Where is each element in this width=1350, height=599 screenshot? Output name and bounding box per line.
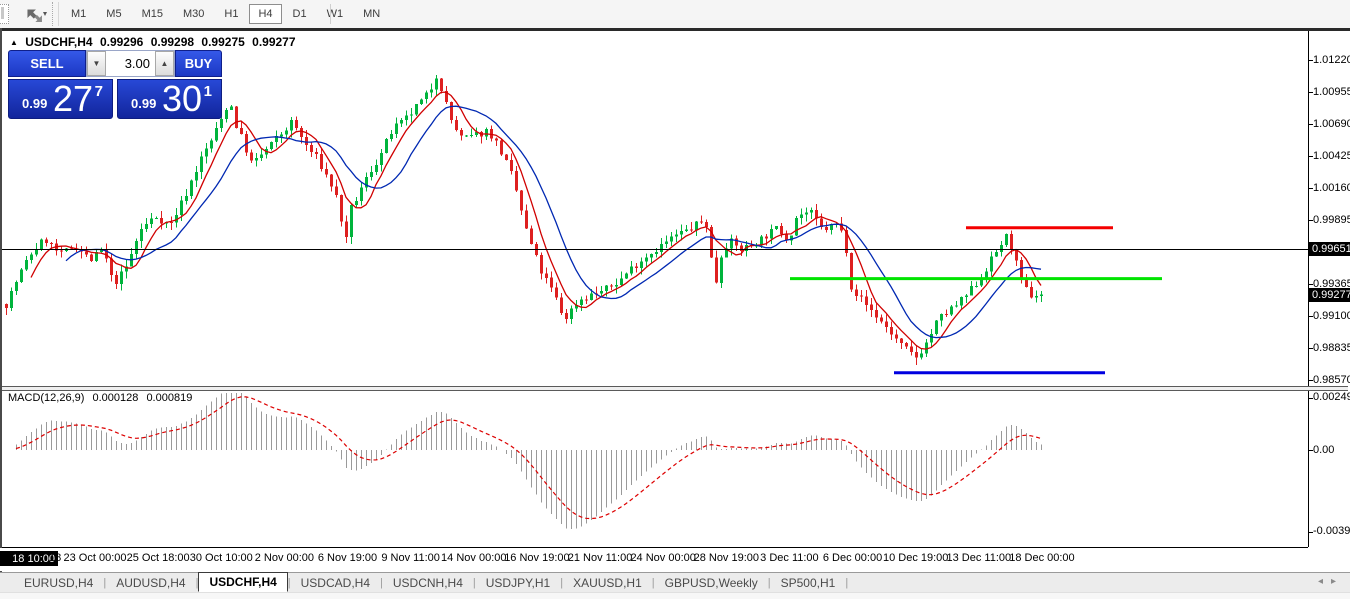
tab-usdjpy-h1[interactable]: USDJPY,H1 [476, 574, 560, 592]
price-axis-label: 1.00690 [1313, 118, 1350, 130]
macd-histogram [17, 393, 1042, 529]
buy-price-big: 30 [162, 78, 202, 120]
volume-input[interactable]: 3.00 [106, 51, 155, 76]
time-axis-label: 25 Oct 18:00 [127, 552, 190, 564]
macd-value-main: 0.000128 [92, 392, 138, 404]
volume-stepper: ▼ 3.00 ▲ [86, 50, 175, 77]
tab-scroll-arrows[interactable]: ◂▸ [1318, 576, 1344, 587]
macd-axis-label: 0.00 [1313, 444, 1334, 456]
tab-scroll-right-icon[interactable]: ▸ [1331, 576, 1344, 587]
time-axis-label: 6 Nov 19:00 [318, 552, 377, 564]
line-price-badge: 0.99651 [1309, 242, 1350, 256]
price-axis-label: 0.99100 [1313, 310, 1350, 322]
buy-price-prefix: 0.99 [131, 96, 156, 111]
price-axis-label: 0.98835 [1313, 342, 1350, 354]
time-axis-label: 13 Dec 11:00 [947, 552, 1012, 564]
chart-title: ▲ USDCHF,H4 0.99296 0.99298 0.99275 0.99… [10, 35, 300, 49]
sell-button[interactable]: SELL [8, 50, 86, 77]
tab-gbpusd-weekly[interactable]: GBPUSD,Weekly [655, 574, 768, 592]
macd-axis-label: 0.002492 [1313, 391, 1350, 403]
tab-sp500-h1[interactable]: SP500,H1 [771, 574, 846, 592]
buy-price-pip: 1 [204, 83, 212, 100]
time-axis-label: 6 Dec 00:00 [823, 552, 882, 564]
symbol-tab-bar: EURUSD,H4|AUDUSD,H4|USDCHF,H4|USDCAD,H4|… [0, 572, 1350, 592]
time-axis-label: 18 Dec 00:00 [1009, 552, 1074, 564]
price-axis-label: 0.99895 [1313, 214, 1350, 226]
time-axis-label: 28 Nov 19:00 [694, 552, 759, 564]
buy-price-box[interactable]: 0.99 30 1 [117, 79, 222, 119]
price-axis-label: 1.00955 [1313, 86, 1350, 98]
time-axis-label: 3 Dec 11:00 [760, 552, 819, 564]
ohlc-high: 0.99298 [151, 35, 194, 49]
time-axis-label: 14 Nov 00:00 [441, 552, 506, 564]
price-axis-label: 0.98570 [1313, 374, 1350, 386]
symbol-period-label: USDCHF,H4 [25, 35, 92, 49]
ma-fast-line [31, 92, 1041, 349]
tab-scroll-left-icon[interactable]: ◂ [1318, 576, 1331, 587]
macd-signal-line [16, 397, 1041, 519]
volume-increase-button[interactable]: ▲ [155, 51, 174, 76]
price-axis-label: 1.01220 [1313, 54, 1350, 66]
time-axis-label: 2 Nov 00:00 [255, 552, 314, 564]
price-axis-label: 1.00425 [1313, 150, 1350, 162]
bid-price-badge: 0.99277 [1309, 288, 1350, 302]
buy-button[interactable]: BUY [175, 50, 222, 77]
tab-eurusd-h4[interactable]: EURUSD,H4 [14, 574, 103, 592]
price-axis: 1.01220 1.00955 1.00690 1.00425 1.00160 0.998… [1309, 31, 1350, 547]
time-axis-label: 21 Nov 11:00 [568, 552, 633, 564]
one-click-trading-panel: SELL ▼ 3.00 ▲ BUY 0.99 27 7 0.99 30 1 [8, 50, 222, 119]
collapse-arrow-icon[interactable]: ▲ [10, 38, 18, 47]
price-axis-label: 1.00160 [1313, 182, 1350, 194]
time-axis-label: 30 Oct 10:00 [190, 552, 253, 564]
ohlc-close: 0.99277 [252, 35, 295, 49]
sell-price-big: 27 [53, 78, 93, 120]
time-axis-label: 10 Dec 19:00 [883, 552, 948, 564]
time-axis-label: 24 Nov 00:00 [630, 552, 695, 564]
tab-usdcad-h4[interactable]: USDCAD,H4 [291, 574, 380, 592]
ohlc-low: 0.99275 [201, 35, 244, 49]
time-axis-label: 18 [49, 552, 61, 564]
tab-separator: | [845, 577, 848, 589]
macd-value-signal: 0.000819 [146, 392, 192, 404]
macd-name: MACD(12,26,9) [8, 392, 84, 404]
sell-price-prefix: 0.99 [22, 96, 47, 111]
time-axis-label: 23 Oct 00:00 [64, 552, 127, 564]
macd-axis-label: -0.003913 [1313, 525, 1350, 537]
macd-indicator-label: MACD(12,26,9) 0.000128 0.000819 [8, 392, 197, 404]
volume-decrease-button[interactable]: ▼ [87, 51, 106, 76]
ohlc-open: 0.99296 [100, 35, 143, 49]
tab-audusd-h4[interactable]: AUDUSD,H4 [106, 574, 195, 592]
sell-price-box[interactable]: 0.99 27 7 [8, 79, 113, 119]
time-axis-label: 16 Nov 19:00 [504, 552, 569, 564]
tab-usdcnh-h4[interactable]: USDCNH,H4 [383, 574, 473, 592]
time-axis: 18 10:00 18 23 Oct 00:0025 Oct 18:0030 O… [0, 548, 1350, 571]
sell-price-pip: 7 [95, 83, 103, 100]
tab-usdchf-h4[interactable]: USDCHF,H4 [198, 572, 287, 592]
time-axis-label: 9 Nov 11:00 [381, 552, 440, 564]
tab-xauusd-h1[interactable]: XAUUSD,H1 [563, 574, 652, 592]
